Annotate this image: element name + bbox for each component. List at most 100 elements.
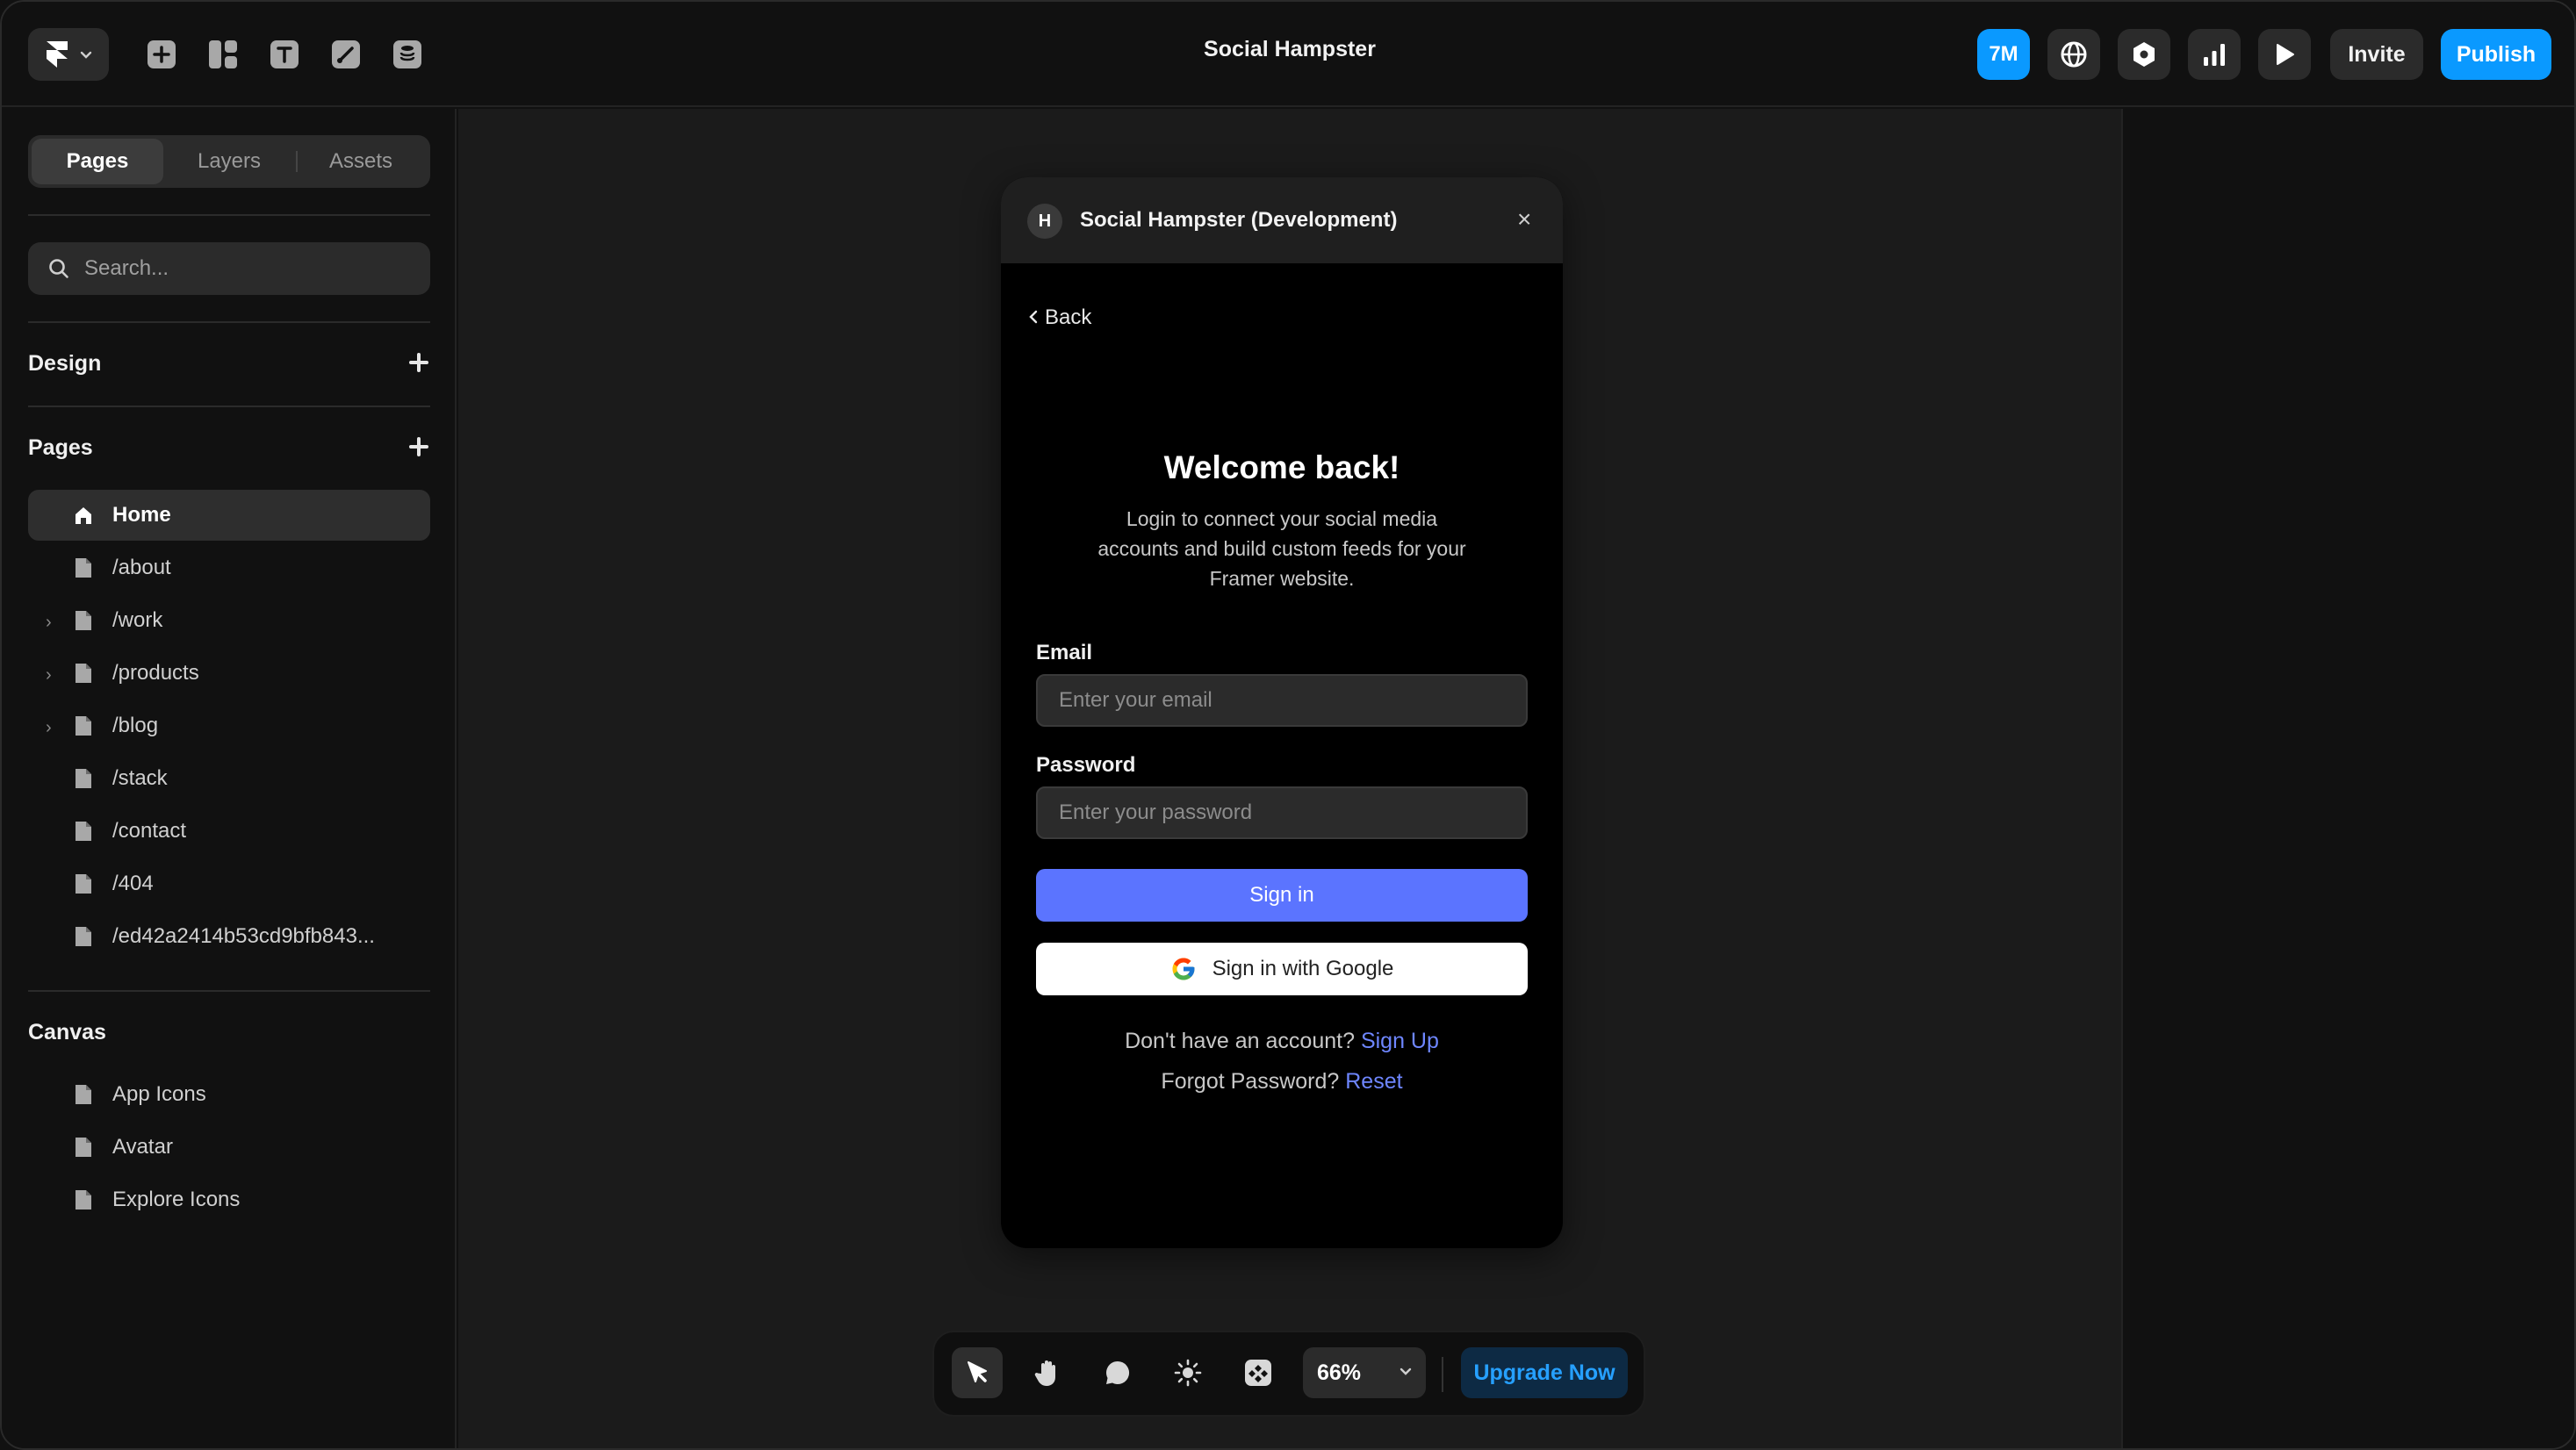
components-button[interactable]: [1233, 1347, 1284, 1398]
usage-badge[interactable]: 7M: [1977, 29, 2030, 80]
upgrade-now-button[interactable]: Upgrade Now: [1461, 1347, 1628, 1398]
preview-button[interactable]: [2258, 29, 2311, 80]
page-icon: [76, 716, 91, 736]
sidebar-item-avatar[interactable]: Avatar: [28, 1122, 430, 1173]
close-icon[interactable]: ×: [1517, 205, 1531, 233]
zoom-value: 66%: [1317, 1360, 1362, 1385]
invite-button[interactable]: Invite: [2330, 29, 2423, 80]
divider: [28, 214, 430, 216]
welcome-subtitle: Login to connect your social media accou…: [1097, 507, 1466, 590]
sign-in-button[interactable]: Sign in: [1036, 869, 1528, 922]
text-icon[interactable]: [265, 35, 304, 74]
publish-button[interactable]: Publish: [2441, 29, 2551, 80]
sidebar-item-work[interactable]: › /work: [28, 595, 430, 646]
welcome-heading: Welcome back!: [1163, 449, 1400, 485]
select-tool-button[interactable]: [952, 1347, 1003, 1398]
design-section-title: Design: [28, 351, 102, 376]
sidebar-item-contact[interactable]: /contact: [28, 806, 430, 857]
comment-icon: [1106, 1360, 1130, 1384]
sidebar-item-explore-icons[interactable]: Explore Icons: [28, 1174, 430, 1225]
back-button[interactable]: Back: [1027, 305, 1091, 330]
theme-toggle-button[interactable]: [1162, 1347, 1213, 1398]
app-window: Social Hampster 7M Invite Publish Pages …: [0, 0, 2576, 1450]
page-icon: [76, 664, 91, 683]
reset-link[interactable]: Reset: [1345, 1069, 1402, 1094]
sidebar-item-hash-page[interactable]: /ed42a2414b53cd9bfb843...: [28, 911, 430, 962]
sidebar-item-label: Explore Icons: [112, 1188, 241, 1211]
insert-icon[interactable]: [142, 35, 181, 74]
plugin-header: H Social Hampster (Development) ×: [1001, 177, 1563, 263]
comment-tool-button[interactable]: [1092, 1347, 1143, 1398]
search-icon: [49, 259, 68, 278]
no-account-text: Don't have an account?: [1125, 1029, 1355, 1053]
page-icon: [76, 769, 91, 788]
sidebar-tabs: Pages Layers Assets: [28, 135, 430, 188]
page-icon: [76, 927, 91, 946]
sidebar-item-404[interactable]: /404: [28, 858, 430, 909]
password-field[interactable]: [1036, 786, 1528, 839]
page-icon: [76, 611, 91, 630]
hexagon-icon: [2133, 42, 2155, 67]
site-settings-button[interactable]: [2047, 29, 2100, 80]
tab-pages[interactable]: Pages: [32, 139, 163, 184]
search-box[interactable]: [28, 242, 430, 295]
brightness-icon: [1174, 1359, 1202, 1387]
plugin-title: Social Hampster (Development): [1080, 208, 1398, 232]
home-icon: [76, 507, 91, 524]
chevron-right-icon[interactable]: ›: [46, 718, 52, 738]
project-title: Social Hampster: [1204, 37, 1376, 61]
chevron-right-icon[interactable]: ›: [46, 613, 52, 633]
bar-chart-icon: [2204, 44, 2225, 66]
framer-menu-button[interactable]: [28, 28, 109, 81]
pages-section-title: Pages: [28, 435, 93, 460]
plugin-logo-icon: H: [1027, 204, 1062, 239]
sidebar-item-label: /products: [112, 661, 199, 685]
vector-icon[interactable]: [327, 35, 365, 74]
cms-icon[interactable]: [388, 35, 427, 74]
add-page-icon[interactable]: [407, 435, 430, 458]
hand-tool-button[interactable]: [1022, 1347, 1073, 1398]
sidebar-item-about[interactable]: /about: [28, 542, 430, 593]
page-icon: [76, 1138, 91, 1157]
search-input[interactable]: [84, 256, 418, 281]
sidebar-item-label: Avatar: [112, 1135, 173, 1159]
sidebar-item-home[interactable]: Home: [28, 490, 430, 541]
tab-layers[interactable]: Layers: [163, 139, 295, 184]
tab-assets[interactable]: Assets: [295, 139, 427, 184]
select-icon: [968, 1361, 987, 1382]
layout-icon[interactable]: [204, 35, 242, 74]
sidebar-item-label: /ed42a2414b53cd9bfb843...: [112, 924, 375, 948]
left-sidebar: Pages Layers Assets Design Pages Home: [2, 109, 457, 1448]
chevron-right-icon[interactable]: ›: [46, 665, 52, 686]
page-icon: [76, 558, 91, 578]
analytics-button[interactable]: [2188, 29, 2241, 80]
sidebar-item-label: /stack: [112, 766, 168, 790]
sidebar-item-blog[interactable]: › /blog: [28, 700, 430, 751]
google-sign-in-label: Sign in with Google: [1212, 957, 1394, 980]
page-icon: [76, 874, 91, 894]
sidebar-item-label: /blog: [112, 714, 159, 737]
email-label: Email: [1036, 641, 1093, 664]
page-icon: [76, 1190, 91, 1210]
sidebar-item-stack[interactable]: /stack: [28, 753, 430, 804]
google-sign-in-button[interactable]: Sign in with Google: [1036, 943, 1528, 995]
sign-up-link[interactable]: Sign Up: [1361, 1029, 1439, 1053]
canvas-section-title: Canvas: [28, 1020, 106, 1044]
password-label: Password: [1036, 753, 1136, 777]
bottom-toolbar: 66% Upgrade Now: [932, 1331, 1645, 1417]
plugins-button[interactable]: [2118, 29, 2170, 80]
toolbar-divider: [1442, 1357, 1443, 1392]
sidebar-item-app-icons[interactable]: App Icons: [28, 1069, 430, 1120]
sidebar-item-products[interactable]: › /products: [28, 648, 430, 699]
signup-line: Don't have an account? Sign Up: [1001, 1029, 1563, 1054]
email-field[interactable]: [1036, 674, 1528, 727]
add-design-icon[interactable]: [407, 351, 430, 374]
divider: [28, 990, 430, 992]
sidebar-item-label: /about: [112, 556, 171, 579]
sidebar-item-label: Home: [112, 503, 171, 527]
zoom-select[interactable]: 66%: [1303, 1347, 1426, 1398]
chevron-left-icon: [1029, 310, 1038, 324]
globe-icon: [2061, 41, 2087, 68]
chevron-down-icon: [80, 51, 92, 59]
sidebar-item-label: App Icons: [112, 1082, 206, 1106]
